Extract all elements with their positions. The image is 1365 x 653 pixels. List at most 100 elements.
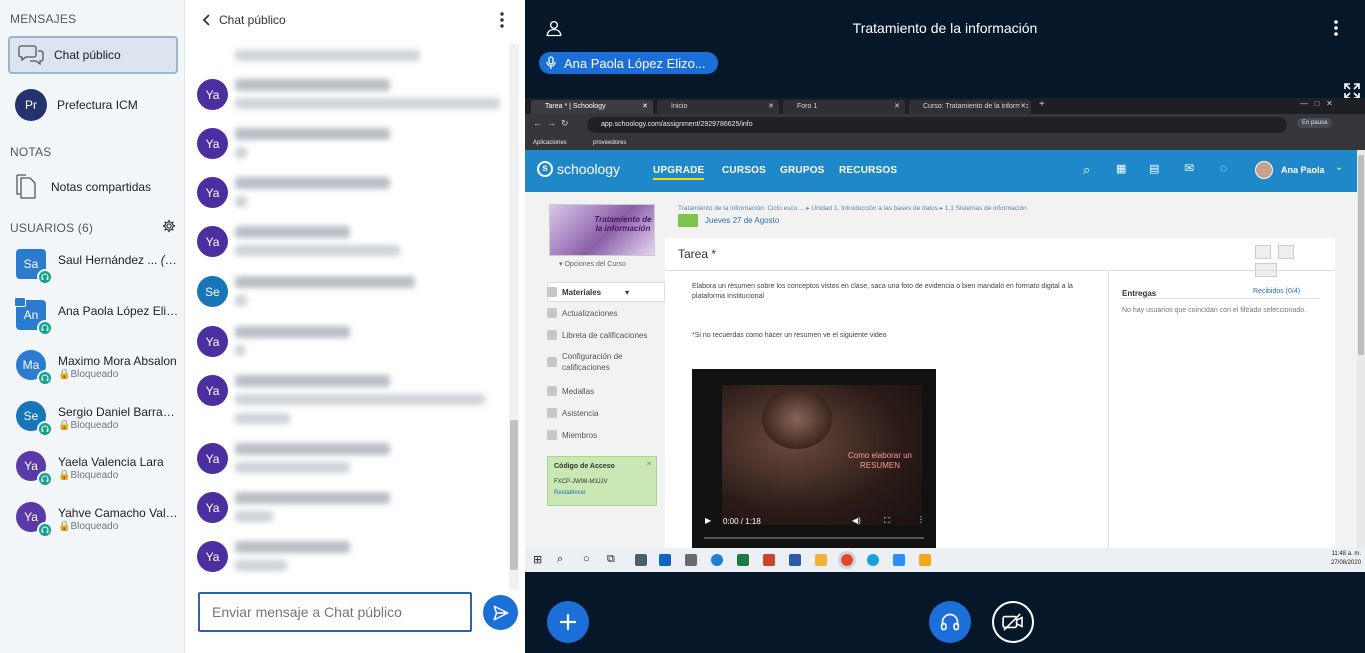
microphone-icon — [546, 56, 556, 69]
new-tab-icon: + — [1039, 99, 1045, 110]
taskbar-app-icon — [711, 554, 723, 566]
course-options-link: ▾ Opciones del Curso — [559, 261, 626, 268]
calendar-icon: ▤ — [1149, 163, 1160, 175]
chat-message: Ya — [197, 492, 497, 540]
chat-scrollbar[interactable] — [509, 44, 519, 590]
blurred-message-text — [235, 560, 287, 571]
talking-indicator: Ana Paola López Elizo... — [539, 52, 718, 74]
share-webcam-button[interactable] — [992, 601, 1034, 643]
blurred-message-sender — [235, 79, 390, 91]
taskbar-app-icon — [635, 554, 647, 566]
browser-bookmarks-bar: Aplicaciones proveedores — [525, 136, 1365, 150]
task-view-icon: ⧉ — [607, 553, 615, 565]
fullscreen-icon[interactable] — [1344, 83, 1360, 99]
avatar: Ya — [197, 375, 228, 406]
notes-document-icon — [16, 174, 36, 199]
blurred-message-sender — [235, 177, 390, 189]
blurred-message-text — [235, 295, 247, 306]
volume-icon: ◀) — [852, 516, 861, 525]
notifications-icon: ◌ — [1220, 161, 1228, 175]
audio-headphones-button[interactable] — [929, 601, 971, 643]
assignment-panel: Tratamiento de la información: Ciclo esc… — [665, 192, 1335, 548]
more-options-icon[interactable] — [1334, 20, 1338, 36]
avatar: Ya — [197, 128, 228, 159]
info-icon — [1278, 245, 1295, 259]
blurred-message-sender — [235, 326, 350, 338]
user-list-item[interactable]: Ya Yaela Valencia Lara 🔒Bloqueado — [16, 447, 181, 491]
user-list-item[interactable]: YaYahve Camacho Valencia🔒Bloqueado — [16, 498, 181, 542]
browser-url: app.schoology.com/assignment/2929786625/… — [587, 117, 1287, 133]
notes-section-title: NOTAS — [10, 145, 52, 159]
breadcrumb: Tratamiento de la información: Ciclo esc… — [678, 205, 1027, 212]
assignment-description: Elabora un resumen sobre los conceptos v… — [692, 283, 1073, 300]
user-list-sidebar: MENSAJES Chat público Pr Prefectura ICM … — [0, 0, 185, 653]
chat-message-input[interactable] — [198, 592, 472, 632]
avatar: Ya — [197, 226, 228, 257]
avatar: Ya — [197, 492, 228, 523]
submissions-title: Entregas — [1122, 289, 1157, 298]
users-section-title: USUARIOS (6) — [10, 221, 94, 235]
shared-notes-label: Notas compartidas — [51, 180, 152, 194]
blurred-message-text — [235, 147, 247, 158]
avatar: Se — [197, 276, 228, 307]
chat-title: Chat público — [219, 13, 286, 27]
chat-message: Ya — [197, 326, 497, 374]
blurred-message-text — [235, 462, 350, 473]
user-status: 🔒Bloqueado — [58, 369, 119, 380]
send-message-button[interactable] — [483, 595, 518, 630]
search-icon: ⌕ — [557, 553, 564, 565]
chat-item-public[interactable]: Chat público — [8, 36, 178, 74]
blurred-message-text — [235, 511, 273, 522]
blurred-message-text — [235, 50, 420, 61]
menu-item: Configuración de calificaciones — [547, 348, 651, 376]
shared-notes-item[interactable]: Notas compartidas — [8, 168, 178, 206]
blurred-message-text — [235, 345, 245, 356]
chat-scrollbar-thumb[interactable] — [510, 420, 518, 570]
avatar: Ya — [197, 177, 228, 208]
avatar: Ya — [197, 326, 228, 357]
headphones-icon — [37, 320, 53, 336]
bookmark-item: proveedores — [593, 140, 627, 146]
assignment-note: *Si no recuerdas como hacer un resumen v… — [692, 332, 887, 339]
gear-icon[interactable] — [162, 219, 176, 233]
menu-item: Miembros — [547, 426, 597, 444]
avatar: Ya — [197, 79, 228, 110]
user-list-item[interactable]: AnAna Paola López Elizondo — [14, 296, 181, 340]
more-options-icon[interactable] — [500, 12, 504, 28]
user-status: 🔒Bloqueado — [58, 420, 119, 431]
nav-recursos: RECURSOS — [839, 165, 898, 176]
menu-item: Medallas — [547, 382, 594, 400]
user-list-item[interactable]: SeSergio Daniel Barranco López🔒Bloqueado — [16, 397, 181, 441]
user-name: Yahve Camacho Valencia — [58, 506, 180, 520]
windows-taskbar: ⊞ ⌕ ○ ⧉ 11:48 a. m. 27/08/2020 — [525, 548, 1365, 572]
screenshare-view: Tarea * | Schoology ✕ Inicio ✕ Foro 1 ✕ Cur… — [525, 98, 1365, 572]
taskbar-app-icon — [893, 554, 905, 566]
user-name: Sergio Daniel Barranco López — [58, 405, 180, 419]
user-list-item[interactable]: Sa Saul Hernández ... (Tu) — [16, 245, 181, 289]
actions-plus-button[interactable] — [547, 601, 589, 643]
windows-start-icon: ⊞ — [533, 554, 543, 566]
video-overlay-text: Como elaborar un RESUMEN — [847, 451, 913, 470]
schoology-logo-icon: s — [537, 161, 553, 177]
avatar: Ya — [197, 443, 228, 474]
user-list-item[interactable]: Ma Maximo Mora Absalon 🔒Bloqueado — [16, 346, 181, 390]
folder-icon — [678, 214, 698, 227]
blurred-message-text — [235, 394, 485, 405]
nav-grupos: GRUPOS — [780, 165, 825, 176]
chat-message: Ya — [197, 443, 497, 491]
schoology-user-name: Ana Paola — [1281, 165, 1325, 175]
blurred-message-sender — [235, 276, 415, 288]
taskbar-clock: 11:48 a. m. 27/08/2020 — [1331, 551, 1362, 566]
chat-item-prefectura[interactable]: Pr Prefectura ICM — [8, 86, 178, 124]
browser-tab: Tarea * | Schoology ✕ — [531, 100, 653, 114]
taskbar-app-icon — [737, 554, 749, 566]
taskbar-app-icon — [919, 554, 931, 566]
public-chat-panel: Chat público Ya Ya Ya Ya Se Ya Ya Ya Ya Ya — [185, 0, 525, 653]
course-image: Tratamiento de la información — [549, 204, 655, 256]
chevron-left-icon[interactable] — [202, 14, 212, 26]
taskbar-app-icon — [815, 554, 827, 566]
apps-grid-icon: ▦ — [1116, 163, 1127, 175]
no-users-message: No hay usuarios que coincidan con el fil… — [1122, 307, 1307, 314]
blurred-message-sender — [235, 226, 350, 238]
headphones-icon — [37, 269, 53, 285]
